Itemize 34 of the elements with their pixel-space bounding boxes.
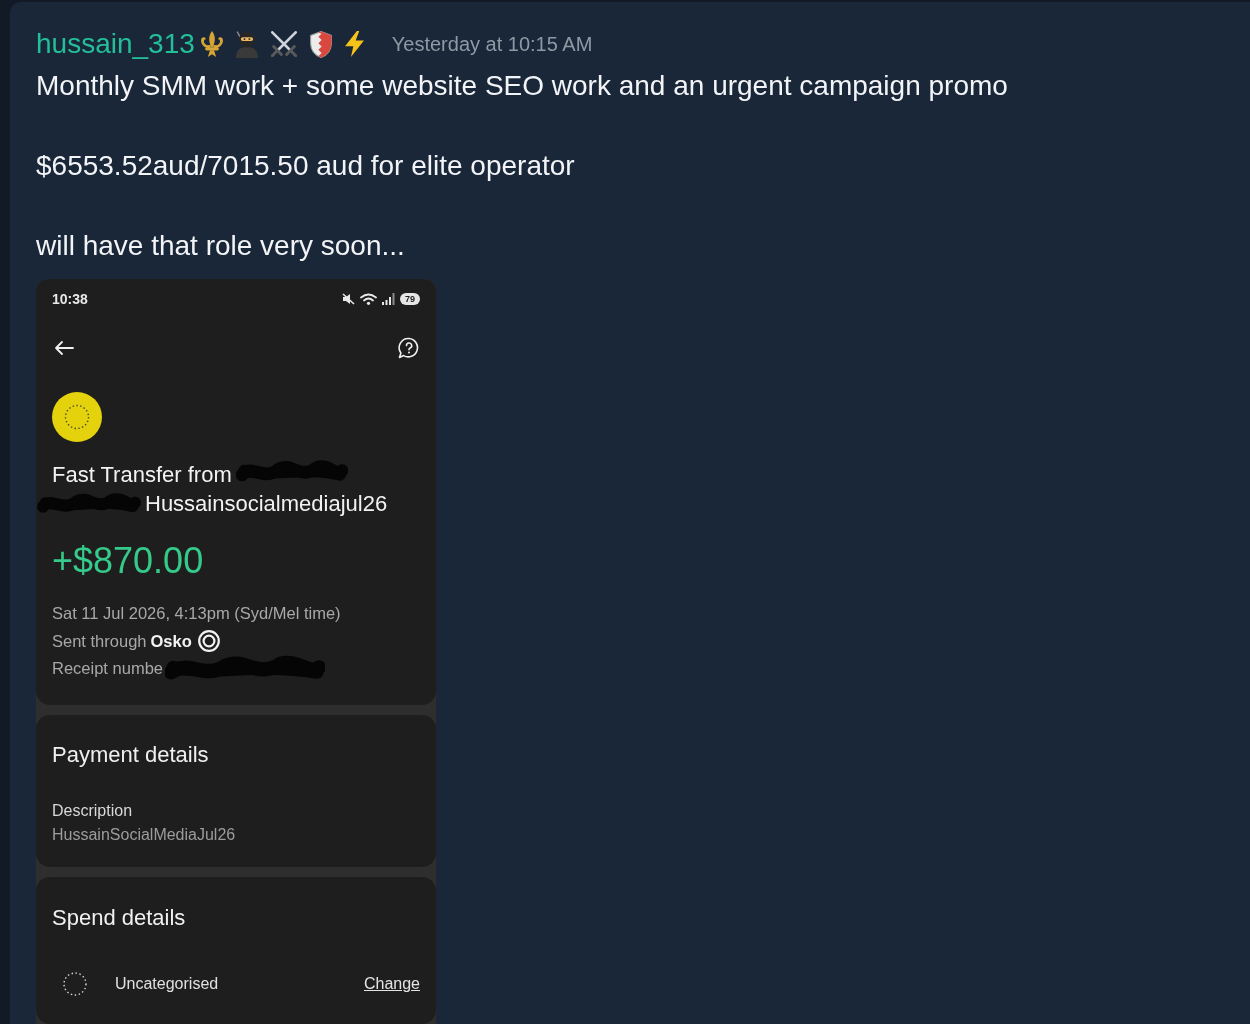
- network-name: Osko: [150, 630, 192, 652]
- shield-icon: [309, 30, 332, 58]
- transfer-amount: +$870.00: [52, 539, 205, 583]
- battery-indicator: 79: [400, 293, 420, 305]
- crossed-swords-icon: [270, 31, 297, 57]
- category-label: Uncategorised: [115, 974, 219, 993]
- payment-screenshot[interactable]: [36, 279, 436, 1024]
- fleur-de-lis-icon: [200, 31, 223, 57]
- transfer-reference: Hussainsocialmediajul26: [145, 490, 388, 518]
- ninja-icon: [235, 30, 258, 58]
- change-link[interactable]: Change: [363, 974, 420, 993]
- status-time: 10:38: [52, 291, 88, 307]
- message-text: $6553.52aud/7015.50 aud for elite operator: [36, 149, 576, 183]
- help-icon[interactable]: [398, 337, 420, 359]
- receipt-number-label: Receipt numbe: [52, 658, 163, 679]
- concentric-rings-icon: [197, 630, 220, 653]
- transfer-title: Fast Transfer from: [52, 461, 232, 489]
- field-label: Description: [52, 800, 134, 821]
- username[interactable]: hussain_313: [36, 26, 195, 62]
- left-arrow-icon[interactable]: [54, 340, 74, 356]
- message-text: Monthly SMM work + some website SEO work and an urgent campaign promo: [36, 69, 1009, 103]
- signal-icon: [382, 293, 395, 305]
- dotted-circle-icon: [63, 971, 87, 996]
- sent-through-label: Sent through: [52, 630, 147, 652]
- section-title: Spend details: [52, 903, 187, 932]
- mute-icon: [342, 293, 355, 305]
- dotted-circle-avatar-icon: [52, 392, 102, 442]
- wifi-icon: [360, 293, 377, 305]
- message-text: will have that role very soon...: [36, 229, 406, 263]
- lightning-icon: [344, 31, 364, 57]
- section-title: Payment details: [52, 740, 210, 769]
- transfer-date: Sat 11 Jul 2026, 4:13pm (Syd/Mel time): [52, 603, 342, 624]
- timestamp: Yesterday at 10:15 AM: [391, 32, 593, 57]
- field-value: HussainSocialMediaJul26: [52, 824, 237, 845]
